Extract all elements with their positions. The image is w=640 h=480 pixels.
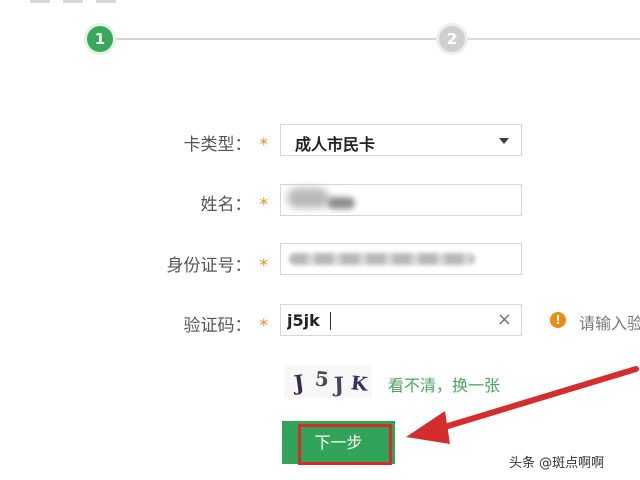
chevron-down-icon	[499, 138, 509, 144]
captcha-image[interactable]: J 5 J K	[284, 366, 372, 398]
captcha-char: K	[349, 372, 369, 396]
captcha-char: 5	[313, 366, 330, 392]
card-type-selected-value: 成人市民卡	[295, 135, 376, 154]
step-2-indicator: 2	[439, 26, 465, 52]
red-arrow-annotation	[406, 366, 639, 444]
warning-icon: !	[550, 312, 566, 328]
captcha-char: J	[333, 371, 345, 398]
blurred-id-number	[289, 253, 475, 265]
card-type-label-text: 卡类型：	[183, 135, 252, 155]
required-star: *	[259, 135, 269, 155]
captcha-input[interactable]	[281, 305, 491, 335]
card-type-label: 卡类型： *	[120, 130, 269, 155]
card-type-select[interactable]: 成人市民卡	[280, 124, 522, 156]
blurred-name-part	[327, 197, 355, 209]
captcha-char: J	[292, 369, 306, 396]
next-button[interactable]: 下一步	[282, 421, 395, 464]
required-star: *	[259, 195, 269, 215]
name-input[interactable]	[280, 184, 522, 216]
captcha-hint: 请输入验	[579, 314, 640, 333]
name-label: 姓名： *	[120, 190, 269, 215]
captcha-label: 验证码： *	[120, 311, 269, 336]
blurred-name-part	[287, 188, 329, 208]
step-1-indicator: 1	[87, 26, 113, 52]
title-block-1	[30, 0, 50, 3]
title-block-3	[96, 0, 117, 3]
captcha-label-text: 验证码：	[183, 316, 252, 336]
id-number-input[interactable]	[280, 243, 522, 275]
id-number-label-text: 身份证号：	[166, 256, 252, 276]
required-star: *	[259, 256, 269, 276]
id-number-label: 身份证号： *	[120, 251, 269, 276]
name-label-text: 姓名：	[200, 195, 252, 215]
text-cursor	[330, 312, 331, 330]
captcha-input-field[interactable]: ×	[280, 304, 522, 336]
top-title-fragment	[30, 0, 180, 3]
watermark: 头条 @斑点啊啊	[509, 456, 605, 471]
progress-line-segment	[110, 38, 438, 40]
required-star: *	[259, 316, 269, 336]
title-block-2	[63, 0, 84, 3]
clear-icon[interactable]: ×	[497, 311, 512, 329]
